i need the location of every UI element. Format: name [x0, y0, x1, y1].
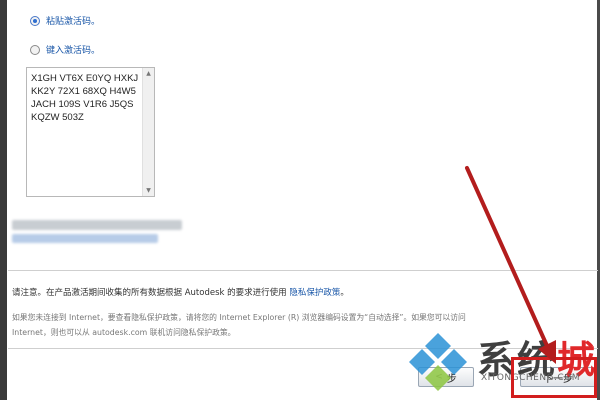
annotation-arrow-icon — [465, 166, 556, 364]
